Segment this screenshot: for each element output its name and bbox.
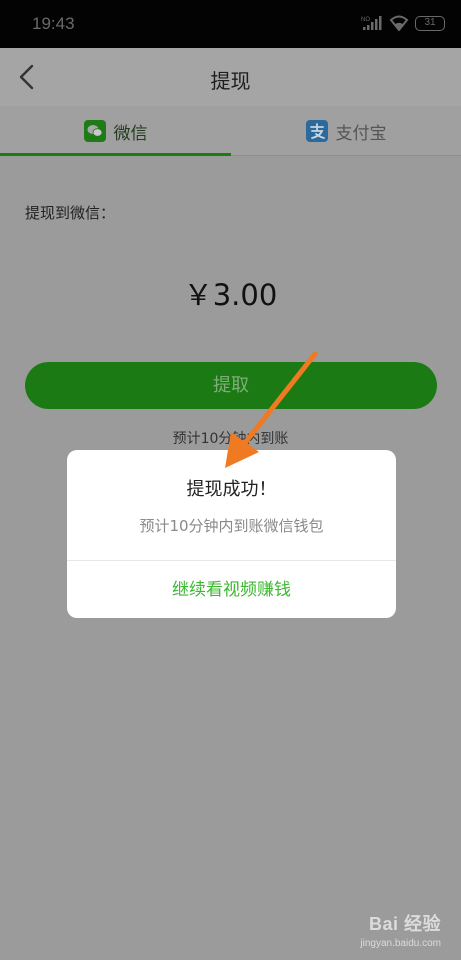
- dialog-message: 预计10分钟内到账微信钱包: [139, 517, 324, 535]
- watermark-url: jingyan.baidu.com: [360, 938, 441, 949]
- withdraw-target-label: 提现到微信：: [25, 204, 116, 222]
- tab-wechat[interactable]: 微信: [0, 106, 231, 156]
- status-bar: 19:43 NO 31: [0, 0, 461, 48]
- annotation-arrow-icon: [225, 351, 318, 468]
- watermark: Bai 经验 jingyan.baidu.com: [360, 910, 441, 949]
- tab-active-indicator: [0, 153, 231, 156]
- dialog-title: 提现成功！: [186, 479, 277, 500]
- withdraw-amount: ￥3.00: [183, 278, 278, 312]
- tab-alipay-label: 支付宝: [335, 123, 387, 144]
- continue-watching-button[interactable]: 继续看视频赚钱: [67, 561, 396, 618]
- battery-level: 31: [424, 16, 436, 28]
- watermark-logo: Bai 经验: [368, 914, 441, 934]
- page-title: 提现: [210, 69, 251, 93]
- network-label: NO: [361, 17, 370, 23]
- wifi-icon: [389, 15, 409, 31]
- payment-tabs: 微信 支付宝: [0, 106, 461, 156]
- signal-icon: NO: [361, 16, 382, 30]
- alipay-icon: [305, 120, 328, 142]
- nav-bar: 提现: [0, 48, 461, 106]
- tab-wechat-label: 微信: [113, 123, 148, 144]
- success-dialog: 提现成功！ 预计10分钟内到账微信钱包 继续看视频赚钱: [67, 450, 396, 618]
- status-time: 19:43: [32, 14, 75, 33]
- wechat-icon: [83, 120, 106, 142]
- status-icons: NO 31: [361, 15, 445, 31]
- tab-alipay[interactable]: 支付宝: [231, 106, 461, 156]
- battery-icon: 31: [415, 15, 445, 31]
